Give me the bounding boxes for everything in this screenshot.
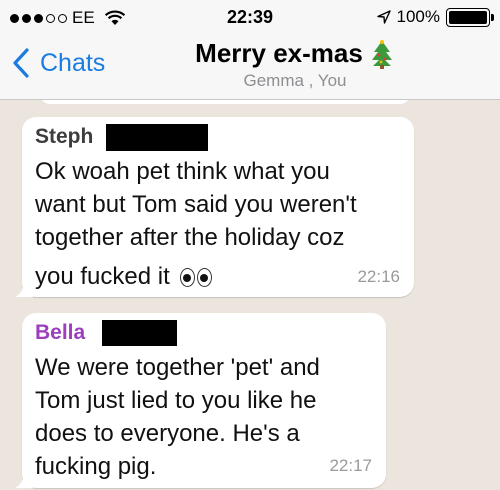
- chat-participants: Gemma , You: [243, 71, 347, 90]
- chat-header[interactable]: Merry ex-mas Gemma , You: [130, 38, 460, 91]
- eyes-icon: [180, 268, 213, 288]
- message-line: you fucked it: [35, 263, 170, 290]
- message-line: want but Tom said you weren't: [35, 191, 357, 218]
- battery-fill: [449, 10, 487, 24]
- location-arrow-icon: [376, 10, 391, 24]
- message-bubble[interactable]: Steph Ok woah pet think what you want bu…: [15, 117, 414, 297]
- message-line: We were together 'pet' and: [35, 354, 320, 381]
- chevron-left-icon: [13, 48, 29, 78]
- bubble-tail: [15, 281, 33, 297]
- message-sender: Steph: [35, 125, 94, 148]
- bubble-tail: [15, 472, 33, 488]
- status-bar: EE 22:39 100%: [0, 0, 500, 34]
- battery-percent: 100%: [396, 7, 440, 26]
- battery-icon: [446, 7, 494, 27]
- message-line: Tom just lied to you like he: [35, 387, 317, 414]
- message-sender: Bella: [35, 321, 86, 344]
- message-line: fucking pig.: [35, 453, 157, 480]
- redaction-bar: [106, 124, 208, 151]
- message-text: We were together 'pet' and Tom just lied…: [35, 351, 380, 483]
- previous-message-bubble: [40, 100, 410, 104]
- message-line-last: you fucked it: [35, 260, 410, 293]
- back-button[interactable]: Chats: [12, 48, 105, 78]
- chat-title-row: Merry ex-mas: [195, 38, 395, 69]
- message-time: 22:17: [329, 456, 372, 475]
- message-text: Ok woah pet think what you want but Tom …: [35, 155, 410, 293]
- chat-title: Merry ex-mas: [195, 38, 363, 68]
- chat-messages[interactable]: Steph Ok woah pet think what you want bu…: [0, 100, 500, 490]
- status-right: 100%: [376, 7, 494, 27]
- message-bubble[interactable]: Bella We were together 'pet' and Tom jus…: [15, 313, 386, 488]
- message-line: does to everyone. He's a: [35, 420, 300, 447]
- redaction-bar: [102, 320, 177, 346]
- christmas-tree-icon: [371, 39, 392, 69]
- message-time: 22:16: [357, 267, 400, 286]
- message-line: Ok woah pet think what you: [35, 158, 330, 185]
- nav-bar: Chats Merry ex-mas Gemma , You: [0, 34, 500, 100]
- back-label: Chats: [40, 48, 106, 77]
- message-line: together after the holiday coz: [35, 224, 345, 251]
